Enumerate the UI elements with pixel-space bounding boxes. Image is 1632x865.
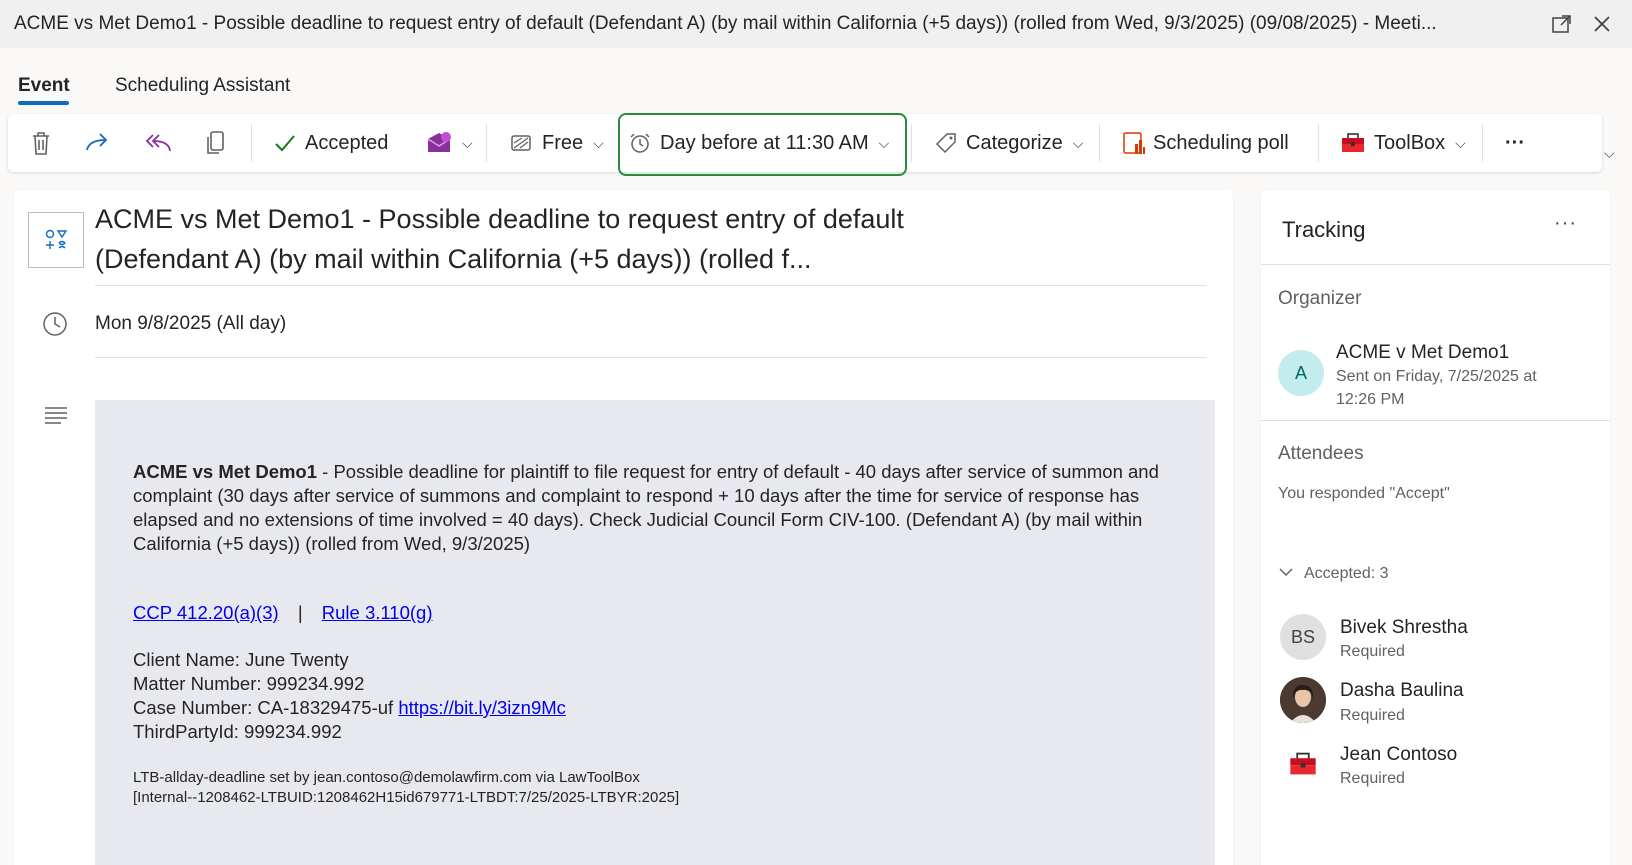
attendee-role: Required [1340, 770, 1405, 787]
tracking-more-button[interactable]: ··· [1554, 212, 1577, 235]
description-lines-icon [44, 405, 68, 430]
reply-all-button[interactable] [144, 114, 174, 172]
busy-status-icon [510, 133, 532, 153]
pop-out-icon[interactable] [1550, 12, 1574, 36]
teams-meeting-button[interactable]: ⌵ [426, 114, 473, 172]
toolbar-separator [251, 124, 252, 162]
third-party-id: ThirdPartyId: 999234.992 [133, 721, 342, 742]
divider [95, 357, 1207, 358]
tracking-title: Tracking [1282, 217, 1366, 242]
reply-all-icon [144, 131, 174, 155]
tab-event[interactable]: Event [18, 75, 70, 97]
rule-link-ccp[interactable]: CCP 412.20(a)(3) [133, 602, 279, 623]
matter-number: Matter Number: 999234.992 [133, 673, 365, 694]
attendee-toolbox-avatar[interactable] [1280, 741, 1326, 787]
active-tab-indicator [18, 101, 69, 105]
categorize-label: Categorize [966, 131, 1063, 154]
divider [95, 285, 1207, 286]
rule-links: CCP 412.20(a)(3) | Rule 3.110(g) [133, 602, 433, 624]
chevron-down-icon: ⌵ [462, 134, 473, 151]
accepted-group-label: Accepted: 3 [1304, 565, 1389, 582]
response-button[interactable]: Accepted [274, 114, 388, 172]
toolbox-label: ToolBox [1374, 131, 1446, 154]
ltb-footer-line1: LTB-allday-deadline set by jean.contoso@… [133, 769, 640, 786]
response-label: Accepted [305, 131, 389, 154]
close-icon[interactable] [1590, 12, 1614, 36]
attendee-avatar[interactable]: BS [1280, 614, 1326, 660]
category-icon[interactable] [28, 212, 84, 268]
more-options-button[interactable]: ··· [1505, 114, 1525, 172]
rule-link-3110[interactable]: Rule 3.110(g) [322, 602, 433, 623]
title-bar: ACME vs Met Demo1 - Possible deadline to… [0, 0, 1632, 48]
forward-arrow-icon [84, 131, 112, 155]
attendee-role: Required [1340, 643, 1405, 660]
trash-icon [28, 129, 54, 157]
accepted-group-toggle[interactable]: Accepted: 3 [1278, 562, 1389, 585]
description-bold-lead: ACME vs Met Demo1 [133, 461, 318, 482]
chevron-down-icon: ⌵ [593, 134, 604, 151]
event-date[interactable]: Mon 9/8/2025 (All day) [95, 313, 286, 335]
copy-button[interactable] [204, 114, 228, 172]
attendee-name[interactable]: Dasha Baulina [1340, 680, 1464, 702]
link-separator: | [297, 602, 303, 623]
organizer-name[interactable]: ACME v Met Demo1 [1336, 342, 1509, 364]
clock-icon [42, 311, 68, 342]
show-as-dropdown[interactable]: Free ⌵ [510, 114, 604, 172]
case-number-text: Case Number: CA-18329475-uf [133, 697, 399, 718]
toolbox-dropdown[interactable]: ToolBox ⌵ [1340, 114, 1466, 172]
response-status: You responded "Accept" [1278, 485, 1450, 502]
ribbon-tabs: Event Scheduling Assistant [0, 48, 1632, 108]
forward-button[interactable] [84, 114, 112, 172]
categorize-dropdown[interactable]: Categorize ⌵ [934, 114, 1083, 172]
checkmark-icon [274, 133, 296, 153]
reminder-highlight [618, 113, 907, 176]
attendees-heading: Attendees [1278, 443, 1364, 464]
attendee-role: Required [1340, 707, 1405, 724]
toolbar-separator [1099, 124, 1100, 162]
copy-icon [204, 129, 228, 157]
organizer-sent-time: Sent on Friday, 7/25/2025 at 12:26 PM [1336, 368, 1537, 408]
ltb-footer-line2: [Internal--1208462-LTBUID:1208462H15id67… [133, 789, 680, 806]
scheduling-poll-label: Scheduling poll [1153, 131, 1289, 154]
divider [1261, 420, 1610, 421]
client-name: Client Name: June Twenty [133, 649, 349, 670]
case-link[interactable]: https://bit.ly/3izn9Mc [398, 697, 566, 718]
attendee-name[interactable]: Jean Contoso [1340, 744, 1457, 766]
matter-info: Client Name: June Twenty Matter Number: … [133, 648, 566, 744]
toolbar-separator [486, 124, 487, 162]
toolbar-separator [911, 124, 912, 162]
toolbar-separator [1318, 124, 1319, 162]
divider [1261, 264, 1610, 265]
chevron-down-icon: ⌵ [1072, 134, 1084, 151]
delete-button[interactable] [28, 114, 54, 172]
chevron-down-icon: ⌵ [1455, 134, 1466, 151]
poll-chart-icon [1122, 130, 1146, 156]
chevron-down-icon [1278, 562, 1294, 585]
attendee-photo-avatar[interactable] [1280, 677, 1326, 723]
show-as-label: Free [542, 131, 584, 154]
tag-icon [934, 131, 958, 155]
description-paragraph: ACME vs Met Demo1 - Possible deadline fo… [133, 460, 1173, 556]
case-number: Case Number: CA-18329475-uf https://bit.… [133, 696, 566, 720]
tab-scheduling-assistant[interactable]: Scheduling Assistant [115, 75, 290, 97]
attendee-name[interactable]: Bivek Shrestha [1340, 617, 1468, 639]
toolbar-separator [1482, 124, 1483, 162]
organizer-avatar[interactable]: A [1278, 350, 1324, 396]
meeting-app-icon [426, 131, 452, 155]
ribbon-expand-chevron-icon[interactable]: ⌵ [1604, 145, 1615, 162]
organizer-heading: Organizer [1278, 288, 1362, 309]
toolbox-icon [1340, 132, 1366, 154]
scheduling-poll-button[interactable]: Scheduling poll [1122, 114, 1289, 172]
ltb-footer: LTB-allday-deadline set by jean.contoso@… [133, 768, 679, 808]
window-title: ACME vs Met Demo1 - Possible deadline to… [14, 13, 1437, 34]
event-subject[interactable]: ACME vs Met Demo1 - Possible deadline to… [95, 199, 985, 279]
